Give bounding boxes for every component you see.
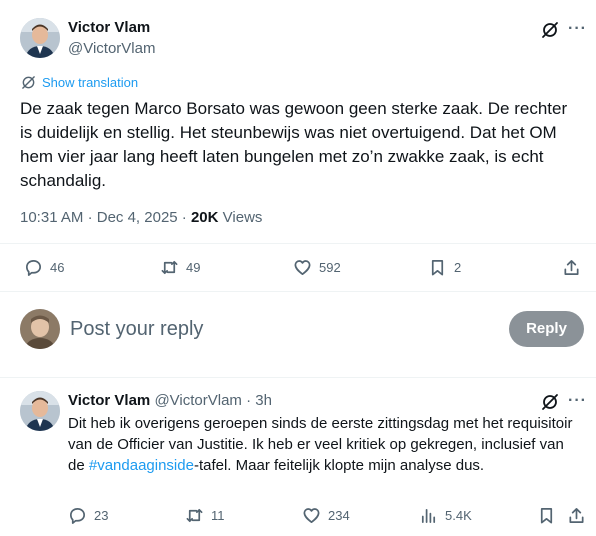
author-name[interactable]: Victor Vlam: [68, 19, 150, 36]
comment-icon: [25, 259, 42, 276]
reply-reply-button[interactable]: 23: [68, 506, 108, 525]
tweet-meta: 10:31 AM · Dec 4, 2025 · 20K Views: [20, 209, 262, 226]
reply-bookmark-button[interactable]: [537, 506, 556, 525]
repost-button[interactable]: 49: [160, 258, 200, 277]
divider: [0, 291, 596, 292]
reply-author-name[interactable]: Victor Vlam: [68, 392, 150, 409]
heart-icon: [303, 508, 320, 524]
comment-icon: [69, 507, 86, 524]
reply-header: Victor Vlam @VictorVlam · 3h: [68, 392, 272, 409]
reply-like-count: 234: [328, 508, 350, 523]
heart-icon: [294, 260, 311, 276]
share-icon: [569, 507, 584, 524]
reply-reply-count: 23: [94, 508, 109, 523]
views-count: 20K: [190, 209, 219, 226]
views-label: Views: [222, 209, 263, 226]
hashtag-link[interactable]: #vandaaginside: [89, 457, 194, 474]
show-translation-link[interactable]: Show translation: [21, 75, 138, 90]
tweet-time[interactable]: 10:31 AM: [20, 209, 83, 226]
divider: [0, 377, 596, 378]
grok-icon[interactable]: [540, 392, 560, 412]
repost-icon: [186, 508, 203, 523]
more-options-icon[interactable]: ···: [568, 392, 587, 410]
reply-time[interactable]: 3h: [255, 392, 272, 409]
bookmark-button[interactable]: 2: [428, 258, 461, 277]
reply-author-handle[interactable]: @VictorVlam: [154, 392, 241, 409]
analytics-icon: [421, 508, 436, 524]
translate-icon: [22, 76, 35, 89]
author-handle[interactable]: @VictorVlam: [68, 40, 155, 57]
repost-count: 49: [186, 260, 201, 275]
like-count: 592: [319, 260, 341, 275]
meta-separator: ·: [87, 209, 93, 226]
bookmark-count: 2: [454, 260, 462, 275]
show-translation-label: Show translation: [42, 75, 139, 90]
reply-input[interactable]: Post your reply: [70, 318, 490, 341]
reply-separator: ·: [246, 392, 252, 409]
reply-author-avatar[interactable]: [20, 391, 60, 431]
bookmark-icon: [540, 507, 553, 524]
reply-repost-count: 11: [211, 508, 225, 523]
reply-text-after: -tafel. Maar feitelijk klopte mijn analy…: [193, 457, 485, 474]
grok-icon[interactable]: [540, 20, 560, 40]
author-avatar[interactable]: [20, 18, 60, 58]
reply-views-button[interactable]: 5.4K: [419, 506, 472, 525]
tweet-text: De zaak tegen Marco Borsato was gewoon g…: [20, 99, 568, 190]
reply-count: 46: [50, 260, 65, 275]
reply-like-button[interactable]: 234: [302, 506, 350, 525]
share-button[interactable]: [562, 258, 581, 277]
share-icon: [564, 259, 579, 276]
meta-separator: ·: [181, 209, 187, 226]
divider: [0, 243, 596, 244]
my-avatar[interactable]: [20, 309, 60, 349]
reply-share-button[interactable]: [567, 506, 586, 525]
reply-button[interactable]: 46: [24, 258, 64, 277]
like-button[interactable]: 592: [293, 258, 341, 277]
bookmark-icon: [431, 259, 444, 276]
reply-views-count: 5.4K: [445, 508, 472, 523]
reply-submit-button[interactable]: Reply: [509, 311, 584, 347]
reply-text: Dit heb ik overigens geroepen sinds de e…: [68, 413, 583, 476]
tweet-date[interactable]: Dec 4, 2025: [97, 209, 178, 226]
repost-icon: [161, 260, 178, 275]
more-options-icon[interactable]: ···: [568, 20, 587, 38]
reply-repost-button[interactable]: 11: [185, 506, 225, 525]
